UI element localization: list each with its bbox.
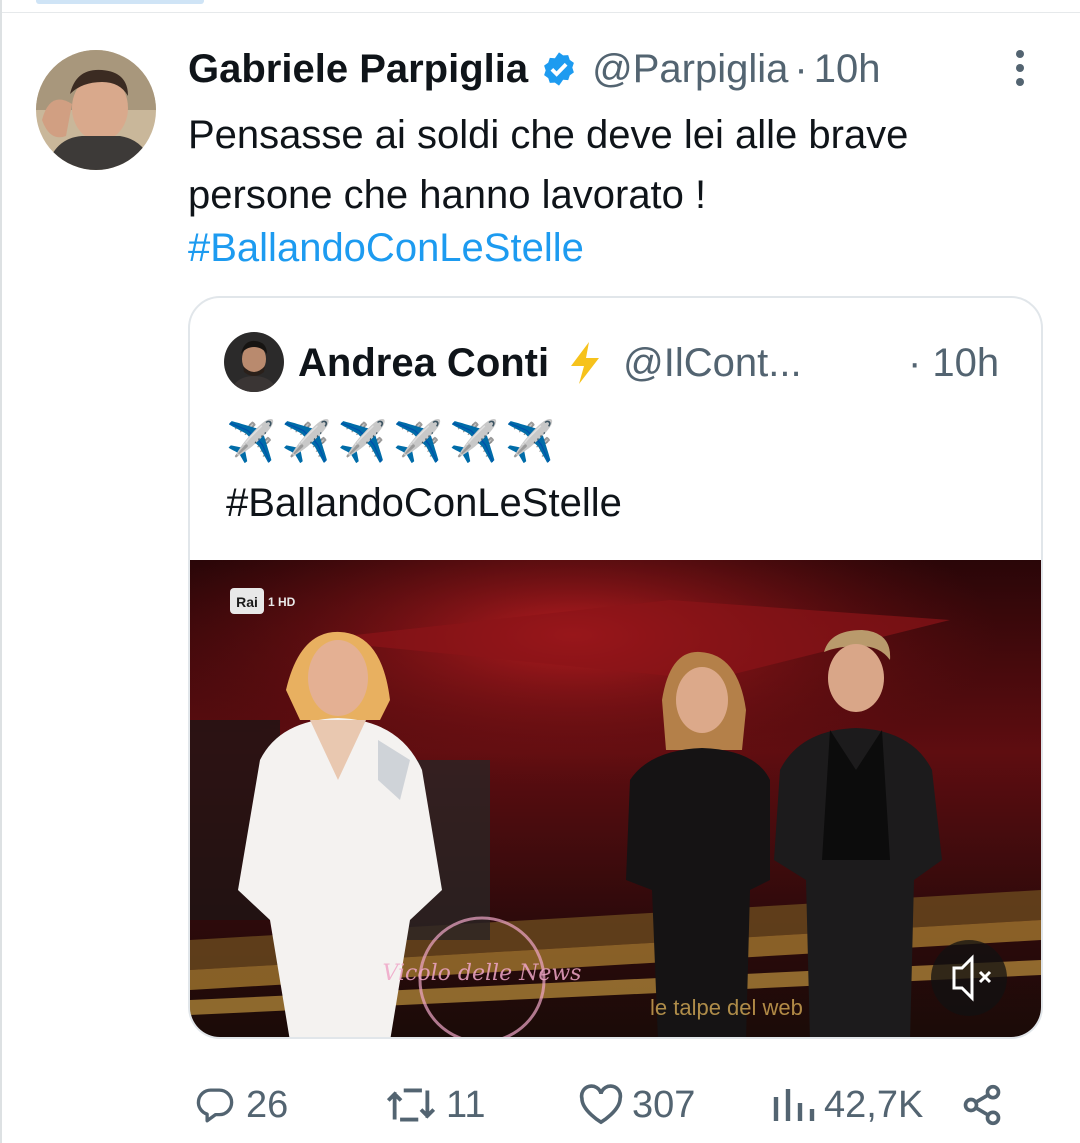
- quoted-author-handle[interactable]: @IlCont...: [623, 341, 801, 386]
- quoted-author-name[interactable]: Andrea Conti: [298, 341, 549, 386]
- views-button[interactable]: 42,7K: [772, 1080, 923, 1130]
- logo-watermark: le talpe del web: [650, 995, 803, 1020]
- like-count: 307: [632, 1083, 696, 1126]
- view-count: 42,7K: [824, 1083, 924, 1126]
- share-icon: [963, 1084, 1001, 1126]
- quoted-tweet-hashtag: #BallandoConLeStelle: [226, 481, 622, 525]
- tweet-header: Gabriele Parpiglia @Parpiglia · 10h: [188, 46, 880, 92]
- author-avatar[interactable]: [36, 50, 156, 170]
- reply-count: 26: [246, 1083, 289, 1126]
- separator-dot: ·: [794, 46, 808, 91]
- retweet-count: 11: [446, 1083, 486, 1126]
- quoted-tweet-time[interactable]: · 10h: [908, 338, 999, 388]
- top-divider: [0, 0, 1080, 13]
- views-icon: [773, 1089, 815, 1121]
- more-vertical-icon[interactable]: [1008, 48, 1032, 88]
- svg-text:Rai: Rai: [236, 594, 258, 610]
- share-button[interactable]: [960, 1080, 1004, 1130]
- tweet-time[interactable]: 10h: [814, 47, 881, 92]
- reply-button[interactable]: 26: [192, 1080, 288, 1130]
- like-button[interactable]: 307: [578, 1080, 695, 1130]
- quoted-tweet-card[interactable]: Andrea Conti @IlCont... · 10h ✈️✈️✈️✈️✈️…: [188, 296, 1043, 1039]
- top-tab-indicator: [36, 0, 204, 4]
- retweet-button[interactable]: 11: [384, 1080, 485, 1130]
- tweet-actions-bar: 26 11 307 42,7K: [188, 1080, 1048, 1130]
- stamp-watermark: Vicolo delle News: [383, 961, 582, 986]
- reply-icon: [196, 1088, 234, 1123]
- tweet-text: Pensasse ai soldi che deve lei alle brav…: [188, 113, 909, 217]
- author-name[interactable]: Gabriele Parpiglia: [188, 47, 528, 92]
- left-divider: [0, 0, 2, 1143]
- quoted-tweet-emoji-text: ✈️✈️✈️✈️✈️✈️: [226, 420, 561, 464]
- lightning-icon: [565, 340, 605, 386]
- author-handle[interactable]: @Parpiglia: [592, 47, 788, 92]
- svg-text:1 HD: 1 HD: [268, 595, 296, 609]
- retweet-icon: [386, 1088, 436, 1122]
- video-frame: Rai 1 HD Vicolo delle News le talpe del …: [190, 560, 1041, 1037]
- quoted-author-avatar[interactable]: [224, 332, 284, 392]
- mute-icon[interactable]: [931, 940, 1007, 1016]
- video-player[interactable]: Rai 1 HD Vicolo delle News le talpe del …: [190, 560, 1041, 1037]
- verified-badge-icon: [540, 50, 578, 88]
- tweet-hashtag-link[interactable]: #BallandoConLeStelle: [188, 223, 584, 273]
- heart-icon: [579, 1084, 623, 1125]
- quoted-tweet-header: Andrea Conti @IlCont...: [298, 338, 802, 388]
